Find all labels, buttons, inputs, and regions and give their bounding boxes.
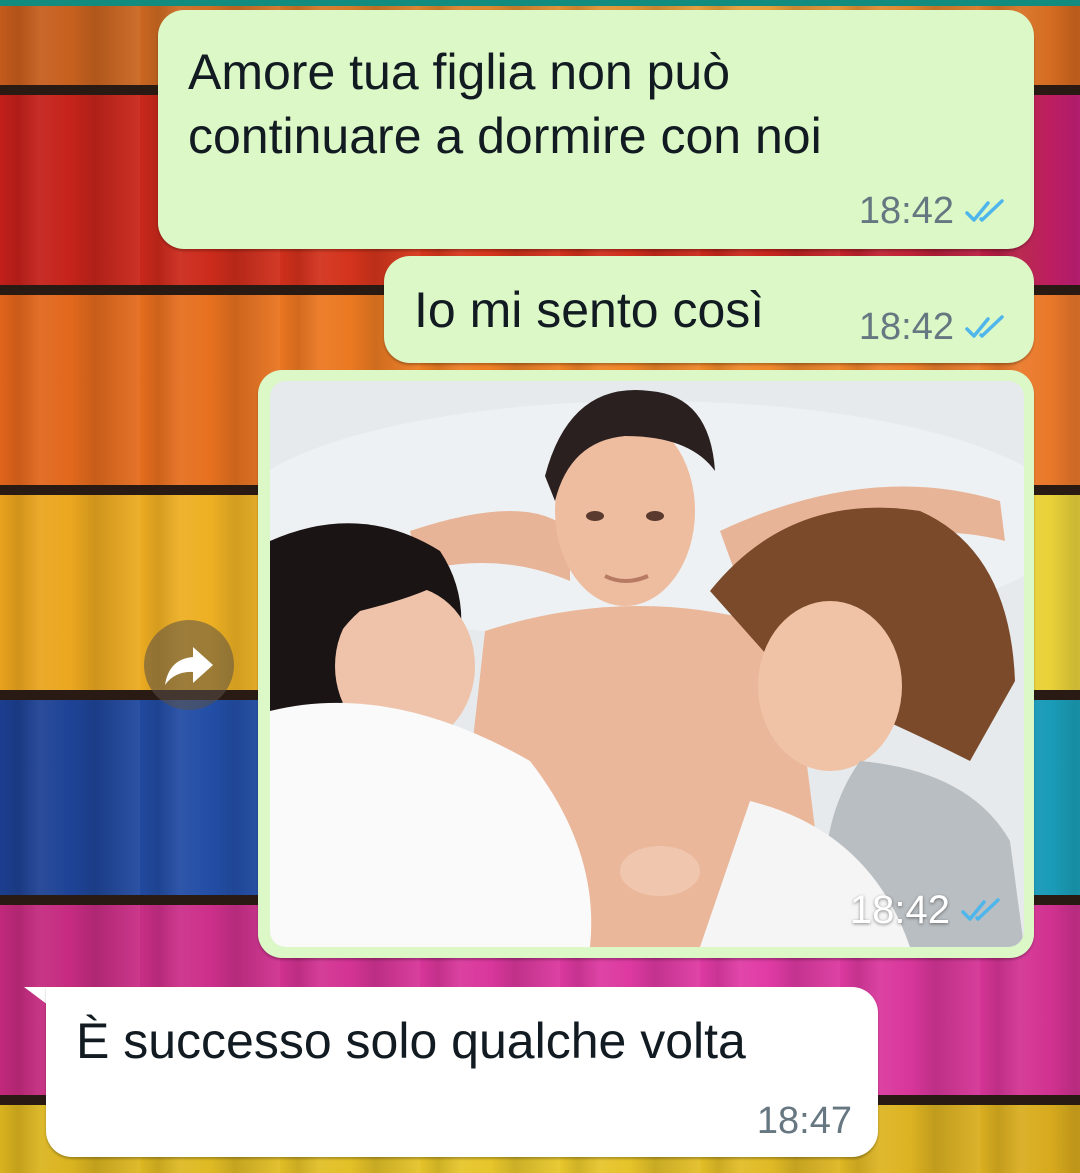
message-meta: 18:47 bbox=[757, 1100, 852, 1143]
outgoing-message[interactable]: Amore tua figlia non può continuare a do… bbox=[158, 10, 1034, 249]
message-meta: 18:42 bbox=[850, 888, 1004, 933]
forward-button[interactable] bbox=[144, 620, 234, 710]
message-time: 18:47 bbox=[756, 1100, 852, 1142]
message-time: 18:42 bbox=[849, 888, 950, 932]
forward-arrow-icon bbox=[165, 647, 213, 685]
shared-photo[interactable]: 18:42 bbox=[270, 381, 1024, 947]
message-text: Amore tua figlia non può continuare a do… bbox=[188, 44, 822, 164]
header-accent-bar bbox=[0, 0, 1080, 6]
message-text: È successo solo qualche volta bbox=[76, 1013, 746, 1069]
double-check-read-icon bbox=[964, 198, 1008, 226]
photo-illustration bbox=[270, 381, 1024, 947]
incoming-message[interactable]: È successo solo qualche volta 18:47 bbox=[46, 987, 878, 1157]
outgoing-message[interactable]: Io mi sento così 18:42 bbox=[384, 256, 1034, 363]
double-check-read-icon bbox=[960, 897, 1004, 925]
message-meta: 18:42 bbox=[859, 190, 1008, 233]
double-check-read-icon bbox=[964, 314, 1008, 342]
message-text: Io mi sento così bbox=[414, 282, 765, 338]
message-meta: 18:42 bbox=[859, 306, 1008, 349]
message-time: 18:42 bbox=[858, 306, 954, 348]
message-time: 18:42 bbox=[858, 190, 954, 232]
chat-screen: Amore tua figlia non può continuare a do… bbox=[0, 0, 1080, 1173]
